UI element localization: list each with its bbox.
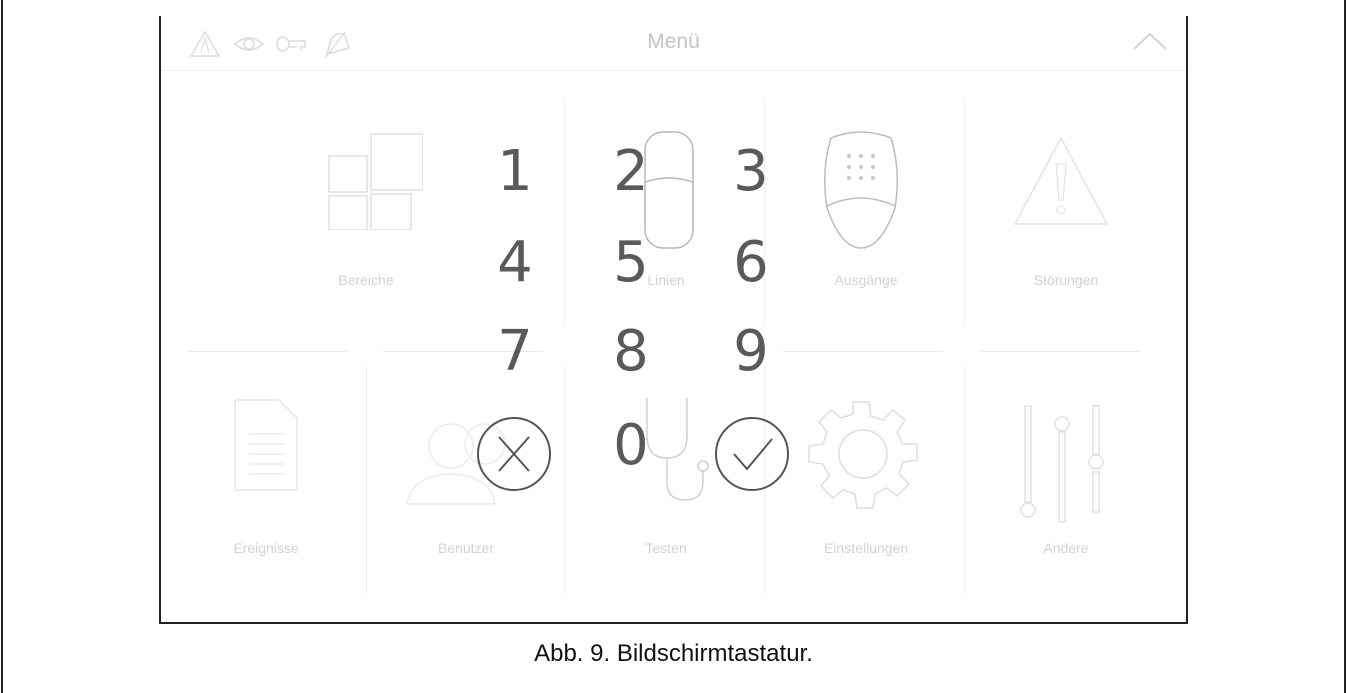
menu-title: Menü <box>647 30 700 53</box>
tile-label: Bereiche <box>338 272 394 288</box>
gear-icon <box>808 401 918 509</box>
siren-icon <box>824 131 898 249</box>
tile-einstellungen[interactable]: Einstellungen <box>771 376 961 616</box>
touchscreen: Menü Bereiche Linien Ausgänge Störungen … <box>159 16 1188 624</box>
document-icon <box>234 399 298 491</box>
top-bar: Menü <box>161 16 1186 71</box>
tile-label: Störungen <box>1033 272 1099 288</box>
grid-divider <box>366 366 367 594</box>
tile-bereiche[interactable]: Bereiche <box>271 116 461 356</box>
grid-divider <box>964 98 965 326</box>
tile-ereignisse[interactable]: Ereignisse <box>171 376 361 616</box>
cancel-icon[interactable] <box>474 414 554 494</box>
keypad-key-7[interactable]: 7 <box>465 312 565 392</box>
keypad-key-0[interactable]: 0 <box>581 406 681 486</box>
page-border-left <box>1 0 3 693</box>
tile-label: Einstellungen <box>823 540 909 556</box>
keypad-key-4[interactable]: 4 <box>465 223 565 303</box>
figure-caption: Abb. 9. Bildschirmtastatur. <box>534 640 813 667</box>
keypad-key-1[interactable]: 1 <box>465 132 565 212</box>
tile-label: Ereignisse <box>233 540 299 556</box>
tile-label: Benutzer <box>437 540 495 556</box>
troubles-icon <box>1013 136 1109 225</box>
tile-andere[interactable]: Andere <box>971 376 1161 616</box>
keypad-key-9[interactable]: 9 <box>701 312 801 392</box>
keypad-key-5[interactable]: 5 <box>581 223 681 303</box>
confirm-icon[interactable] <box>712 414 792 494</box>
grid-divider <box>964 366 965 594</box>
chevron-up-icon[interactable] <box>1132 30 1168 52</box>
tile-label: Testen <box>645 540 687 556</box>
partitions-icon <box>328 133 423 230</box>
keypad-key-3[interactable]: 3 <box>701 132 801 212</box>
page-border-right <box>1344 0 1346 693</box>
tile-label: Andere <box>1043 540 1089 556</box>
keypad-key-2[interactable]: 2 <box>581 132 681 212</box>
sliders-icon <box>1020 405 1104 523</box>
keypad-key-6[interactable]: 6 <box>701 223 801 303</box>
tile-stoerungen[interactable]: Störungen <box>971 116 1161 356</box>
keypad-key-8[interactable]: 8 <box>581 312 681 392</box>
grid-divider <box>564 366 565 594</box>
tile-benutzer[interactable]: Benutzer <box>371 376 561 616</box>
